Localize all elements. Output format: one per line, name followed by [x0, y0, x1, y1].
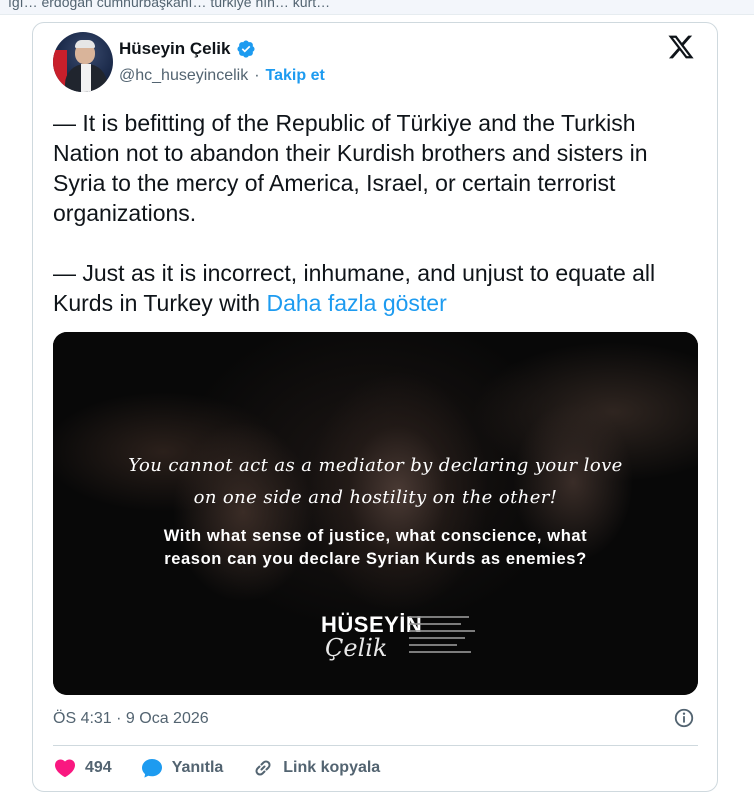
heart-icon: [54, 759, 76, 778]
tweet-paragraph-1: — It is befitting of the Republic of Tür…: [53, 110, 648, 226]
avatar[interactable]: [53, 32, 113, 92]
like-button[interactable]: 494: [53, 756, 112, 780]
like-count: 494: [85, 759, 112, 776]
author-name[interactable]: Hüseyin Çelik: [119, 39, 231, 59]
avatar-shirt: [81, 64, 91, 92]
tweet-image[interactable]: You cannot act as a mediator by declarin…: [53, 332, 698, 695]
reply-label: Yanıtla: [171, 759, 224, 776]
top-bar-text: ığı… erdoğan cumhurbaşkanı… türkiye nın……: [8, 0, 331, 10]
top-bar: ığı… erdoğan cumhurbaşkanı… türkiye nın……: [0, 0, 754, 15]
signature-fine-print: [409, 616, 479, 658]
link-icon: [255, 760, 271, 776]
author-handle-row: @hc_huseyincelik · Takip et: [119, 67, 325, 85]
image-signature: HÜSEYİN Çelik: [321, 608, 481, 678]
author-handle[interactable]: @hc_huseyincelik: [119, 67, 248, 85]
reply-icon: [141, 759, 162, 778]
copy-link-label: Link kopyala: [283, 759, 381, 776]
author-name-row: Hüseyin Çelik: [119, 39, 256, 59]
image-quote-bold: With what sense of justice, what conscie…: [53, 525, 698, 571]
x-logo-icon[interactable]: [667, 33, 695, 61]
divider: [53, 745, 698, 746]
verified-badge-icon: [236, 40, 255, 58]
image-bold-line-2: reason can you declare Syrian Kurds as e…: [164, 550, 587, 568]
show-more-link[interactable]: Daha fazla göster: [266, 290, 446, 316]
avatar-hair: [75, 40, 95, 48]
action-bar: 494 Yanıtla Link kopyala: [53, 756, 408, 780]
signature-script: Çelik: [325, 634, 388, 662]
tweet-timestamp[interactable]: ÖS 4:31 · 9 Oca 2026: [53, 710, 209, 728]
tweet-card: Hüseyin Çelik @hc_huseyincelik · Takip e…: [32, 22, 718, 792]
follow-button[interactable]: Takip et: [266, 67, 325, 85]
image-quote-italic: You cannot act as a mediator by declarin…: [53, 450, 698, 514]
reply-button[interactable]: Yanıtla: [140, 756, 224, 780]
info-icon[interactable]: [673, 707, 695, 729]
image-quote-line-2: on one side and hostility on the other!: [193, 487, 558, 508]
copy-link-button[interactable]: Link kopyala: [251, 756, 380, 780]
image-quote-line-1: You cannot act as a mediator by declarin…: [128, 455, 623, 476]
tweet-paragraph-2: — Just as it is incorrect, inhumane, and…: [53, 258, 703, 318]
image-bold-line-1: With what sense of justice, what conscie…: [163, 527, 588, 545]
separator-dot: ·: [254, 67, 260, 84]
tweet-text: — It is befitting of the Republic of Tür…: [53, 108, 703, 318]
